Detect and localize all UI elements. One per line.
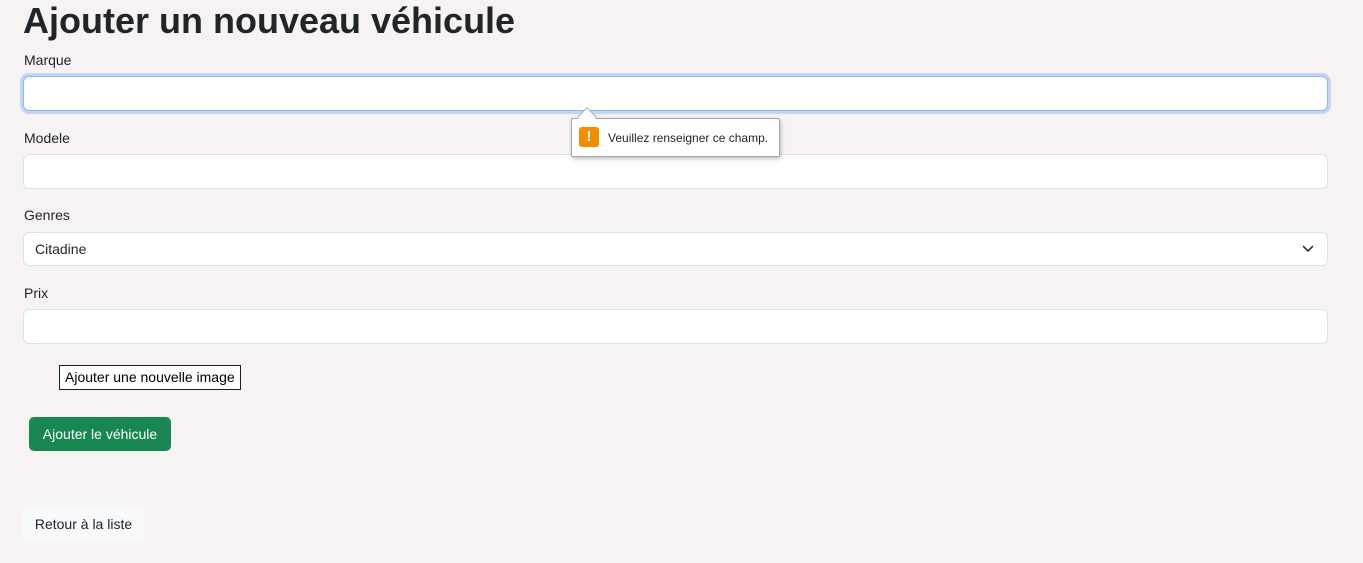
genres-select[interactable]: Citadine bbox=[23, 232, 1328, 266]
prix-input[interactable] bbox=[23, 309, 1328, 344]
tooltip-message: Veuillez renseigner ce champ. bbox=[608, 131, 769, 145]
genres-selected-value: Citadine bbox=[35, 241, 87, 257]
page-title: Ajouter un nouveau véhicule bbox=[23, 0, 516, 41]
genres-label: Genres bbox=[24, 207, 70, 223]
marque-input[interactable] bbox=[23, 76, 1328, 111]
submit-vehicle-button[interactable]: Ajouter le véhicule bbox=[29, 417, 171, 451]
back-to-list-link[interactable]: Retour à la liste bbox=[23, 507, 144, 541]
chevron-down-icon bbox=[1302, 245, 1314, 252]
warning-icon: ! bbox=[579, 127, 599, 147]
prix-label: Prix bbox=[24, 285, 49, 301]
modele-label: Modele bbox=[24, 130, 70, 146]
validation-tooltip: ! Veuillez renseigner ce champ. bbox=[571, 107, 780, 157]
add-image-button[interactable]: Ajouter une nouvelle image bbox=[59, 365, 241, 390]
page: Ajouter un nouveau véhicule Marque Model… bbox=[0, 0, 1363, 563]
modele-input[interactable] bbox=[23, 154, 1328, 189]
marque-label: Marque bbox=[24, 52, 72, 68]
